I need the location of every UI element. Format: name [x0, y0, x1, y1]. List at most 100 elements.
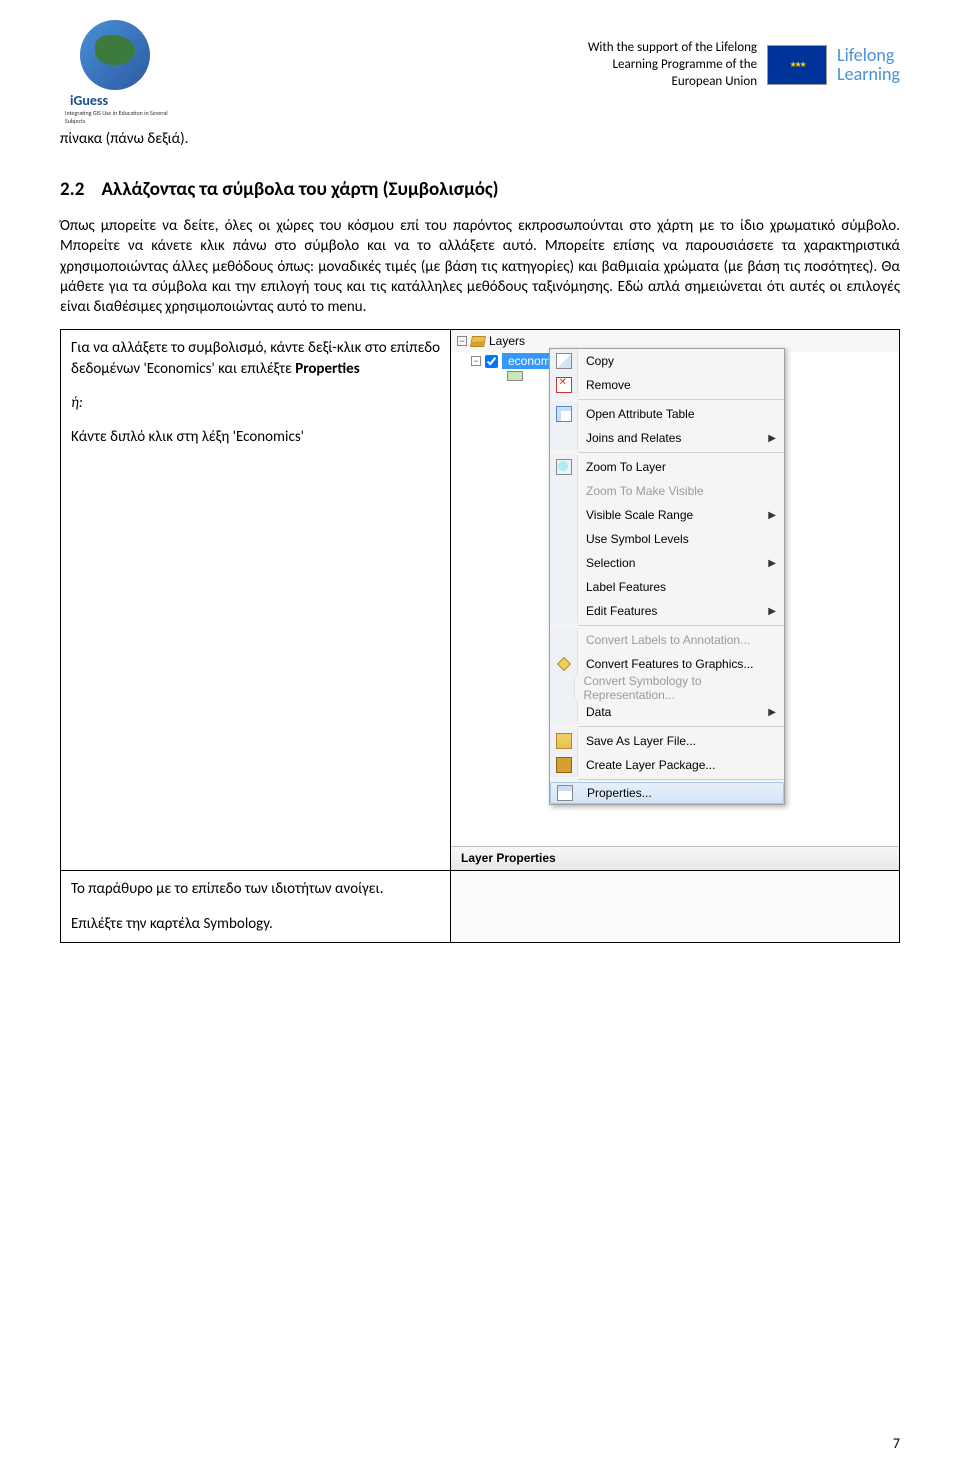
- section-number: 2.2: [60, 178, 84, 201]
- menu-icon-col: [551, 783, 579, 803]
- collapse-icon[interactable]: −: [471, 356, 481, 366]
- menu-item-convert-symbology-to-representation: Convert Symbology to Representation...: [550, 676, 784, 700]
- menu-item-label: Copy: [586, 354, 614, 368]
- menu-item-copy[interactable]: Copy: [550, 349, 784, 373]
- row2-line2: Επιλέξτε την καρτέλα Symbology.: [71, 914, 440, 934]
- menu-item-label: Visible Scale Range: [586, 508, 693, 522]
- instruction-cell-2: Το παράθυρο με το επίπεδο των ιδιοτήτων …: [61, 871, 451, 942]
- menu-item-label: Save As Layer File...: [586, 734, 696, 748]
- symbol-patch-icon[interactable]: [507, 371, 523, 381]
- menu-item-label: Convert Symbology to Representation...: [583, 674, 776, 702]
- menu-item-label: Convert Labels to Annotation...: [586, 633, 750, 647]
- menu-icon-col: [550, 349, 578, 373]
- menu-item-label: Edit Features: [586, 604, 657, 618]
- support-line3: European Union: [588, 74, 757, 91]
- instruction-cell-1: Για να αλλάξετε το συμβολισμό, κάντε δεξ…: [61, 330, 451, 870]
- eu-flag-icon: [767, 45, 827, 85]
- menu-item-create-layer-package[interactable]: Create Layer Package...: [550, 753, 784, 777]
- pkg-icon: [556, 757, 572, 773]
- collapse-icon[interactable]: −: [457, 336, 467, 346]
- menu-item-label: Use Symbol Levels: [586, 532, 689, 546]
- support-line1: With the support of the Lifelong: [588, 40, 757, 57]
- menu-item-label-features[interactable]: Label Features: [550, 575, 784, 599]
- toc-layers-label[interactable]: Layers: [489, 334, 525, 348]
- menu-icon-col: [550, 551, 578, 575]
- menu-icon-col: [550, 676, 575, 700]
- arcgis-context-menu-screenshot: − Layers − econom CopyRemoveOpen Attribu…: [451, 330, 899, 870]
- submenu-arrow-icon: ▶: [768, 510, 776, 521]
- menu-item-visible-scale-range[interactable]: Visible Scale Range ▶: [550, 503, 784, 527]
- menu-icon-col: [550, 426, 578, 450]
- menu-item-label: Zoom To Make Visible: [586, 484, 704, 498]
- menu-icon-col: [550, 628, 578, 652]
- diamond-icon: [556, 657, 570, 671]
- layers-icon: [470, 336, 486, 347]
- logo-tagline: Integrating GIS Use in Education in Seve…: [65, 109, 180, 125]
- page-header: iGuess Integrating GIS Use in Education …: [60, 20, 900, 120]
- submenu-arrow-icon: ▶: [768, 707, 776, 718]
- menu-item-properties[interactable]: Properties...: [550, 782, 784, 804]
- row1-pre: Για να αλλάξετε το συμβολισμό, κάντε δεξ…: [71, 339, 440, 377]
- remove-icon: [556, 377, 572, 393]
- support-line2: Learning Programme of the: [588, 57, 757, 74]
- submenu-arrow-icon: ▶: [768, 606, 776, 617]
- menu-separator: [578, 726, 784, 727]
- support-text: With the support of the Lifelong Learnin…: [588, 40, 757, 91]
- menu-icon-col: [550, 455, 578, 479]
- menu-item-label: Zoom To Layer: [586, 460, 666, 474]
- intro-paragraph: Όπως μπορείτε να δείτε, όλες οι χώρες το…: [60, 216, 900, 317]
- table-row: Το παράθυρο με το επίπεδο των ιδιοτήτων …: [61, 871, 899, 942]
- lifelong-logo: Lifelong Learning: [837, 46, 900, 86]
- menu-item-use-symbol-levels[interactable]: Use Symbol Levels: [550, 527, 784, 551]
- layer-context-menu: Copy Remove Open Attribute TableJoins and …: [549, 348, 785, 805]
- menu-item-save-as-layer-file[interactable]: Save As Layer File...: [550, 729, 784, 753]
- screenshot-cell-2: [451, 871, 899, 942]
- status-bar: Layer Properties: [451, 846, 899, 870]
- menu-item-remove[interactable]: Remove: [550, 373, 784, 397]
- menu-item-selection[interactable]: Selection ▶: [550, 551, 784, 575]
- menu-item-label: Properties...: [587, 786, 652, 800]
- menu-icon-col: [550, 503, 578, 527]
- menu-item-convert-features-to-graphics[interactable]: Convert Features to Graphics...: [550, 652, 784, 676]
- menu-icon-col: [550, 402, 578, 426]
- menu-item-zoom-to-make-visible: Zoom To Make Visible: [550, 479, 784, 503]
- table-icon: [556, 406, 572, 422]
- menu-item-label: Label Features: [586, 580, 666, 594]
- menu-separator: [578, 779, 784, 780]
- menu-separator: [578, 625, 784, 626]
- menu-item-open-attribute-table[interactable]: Open Attribute Table: [550, 402, 784, 426]
- menu-item-label: Convert Features to Graphics...: [586, 657, 753, 671]
- menu-item-joins-and-relates[interactable]: Joins and Relates▶: [550, 426, 784, 450]
- menu-icon-col: [550, 373, 578, 397]
- menu-icon-col: [550, 700, 578, 724]
- table-row: Για να αλλάξετε το συμβολισμό, κάντε δεξ…: [61, 330, 899, 871]
- props-icon: [557, 785, 573, 801]
- menu-item-label: Data: [586, 705, 611, 719]
- submenu-arrow-icon: ▶: [768, 558, 776, 569]
- globe-icon: [80, 20, 150, 90]
- section-heading: 2.2 Αλλάζοντας τα σύμβολα του χάρτη (Συμ…: [60, 178, 900, 201]
- instruction-table: Για να αλλάξετε το συμβολισμό, κάντε δεξ…: [60, 329, 900, 943]
- menu-item-zoom-to-layer[interactable]: Zoom To Layer: [550, 455, 784, 479]
- menu-item-label: Create Layer Package...: [586, 758, 715, 772]
- page-number: 7: [893, 1435, 900, 1452]
- row1-bold: Properties: [295, 360, 359, 378]
- menu-item-label: Selection: [586, 556, 635, 570]
- zoom-icon: [556, 459, 572, 475]
- menu-item-edit-features[interactable]: Edit Features ▶: [550, 599, 784, 623]
- screenshot-cell-1: − Layers − econom CopyRemoveOpen Attribu…: [451, 330, 899, 870]
- menu-separator: [578, 399, 784, 400]
- save-icon: [556, 733, 572, 749]
- layer-visibility-checkbox[interactable]: [485, 355, 498, 368]
- copy-icon: [556, 353, 572, 369]
- top-caption: πίνακα (πάνω δεξιά).: [60, 130, 900, 148]
- menu-icon-col: [550, 652, 578, 676]
- row1-alt: Κάντε διπλό κλικ στη λέξη 'Economics': [71, 428, 304, 446]
- lifelong-line2: Learning: [837, 65, 900, 85]
- submenu-arrow-icon: ▶: [768, 433, 776, 444]
- menu-item-data[interactable]: Data ▶: [550, 700, 784, 724]
- logo-brand-text: iGuess: [70, 92, 108, 109]
- section-title: Αλλάζοντας τα σύμβολα του χάρτη (Συμβολι…: [102, 178, 499, 201]
- menu-icon-col: [550, 479, 578, 503]
- row1-or: ή:: [71, 394, 83, 412]
